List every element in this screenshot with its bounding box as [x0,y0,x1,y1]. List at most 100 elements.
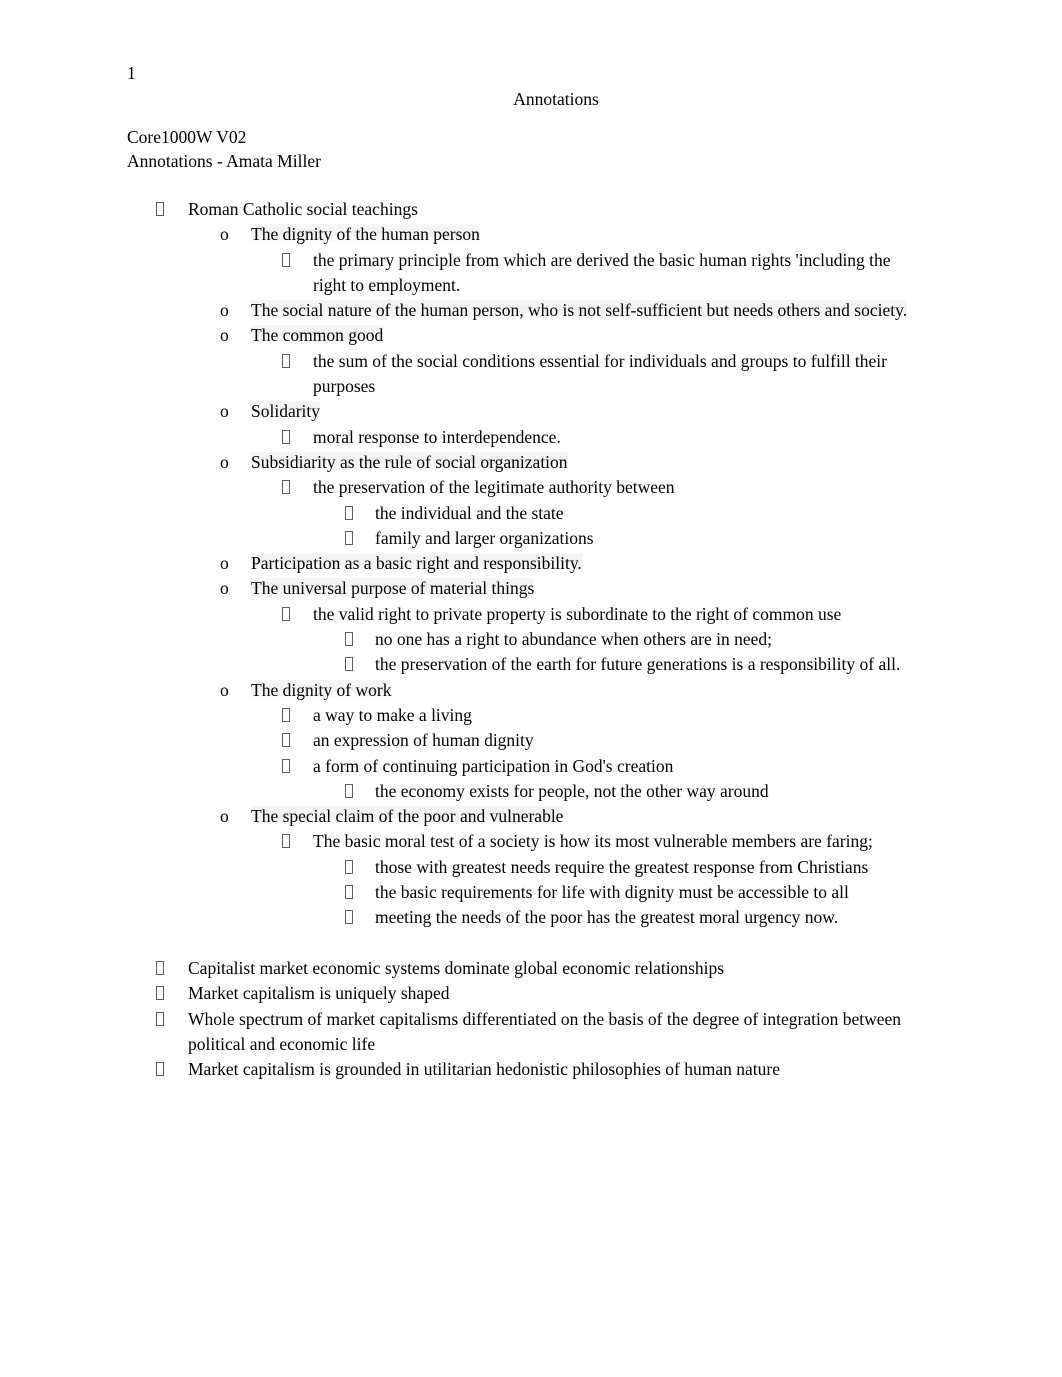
bullet-marker-tofu-icon [345,627,353,652]
text-run: those with greatest needs require the gr… [375,856,869,877]
missing-glyph-icon [156,1062,164,1077]
text-run: The special claim of the poor and vulner… [251,806,564,827]
outline-item-level-2: o The dignity of work [0,678,1062,703]
outline-item-level-4: those with greatest needs require the gr… [0,855,1062,880]
outline-item-level-3: an expression of human dignity [0,728,1062,753]
bullet-marker-tofu-icon [282,829,290,854]
bullet-marker-tofu-icon [345,501,353,526]
missing-glyph-icon [282,707,290,722]
outline-item-level-4: the preservation of the earth for future… [0,652,1062,677]
bullet-marker-o: o [220,300,229,321]
text-run: an expression of human dignity [313,730,534,751]
bullet-marker-tofu-icon [282,703,290,728]
outline-item-level-4: meeting the needs of the poor has the gr… [0,905,1062,930]
outline-item-text: the preservation of the legitimate autho… [313,475,914,500]
outline-item-level-3: moral response to interdependence. [0,425,1062,450]
outline-item-level-2: o The universal purpose of material thing… [0,576,1062,601]
outline-item-level-1: Market capitalism is uniquely shaped [0,981,1062,1006]
outline-item-text: The social nature of the human person, w… [251,298,932,323]
text-run: The universal purpose of material things [251,578,535,599]
outline-item-level-4: no one has a right to abundance when oth… [0,627,1062,652]
outline-item-text: Solidarity [251,399,932,424]
outline-item-level-3: the valid right to private property is s… [0,602,1062,627]
bullet-marker-o: o [220,224,229,245]
outline-item-level-3: the primary principle from which are der… [0,248,1062,299]
text-run: Participation as a basic right and respo… [251,553,582,574]
bullet-marker-tofu-icon [156,1057,164,1082]
text-run: a form of continuing participation in Go… [313,755,674,776]
outline-item-text: Capitalist market economic systems domin… [188,956,932,981]
outline-item-text: moral response to interdependence. [313,425,914,450]
bullet-marker-o: o [220,553,229,574]
bullet-marker-tofu-icon [282,602,290,627]
bullet-marker-tofu-icon [345,779,353,804]
missing-glyph-icon [282,606,290,621]
missing-glyph-icon [345,632,353,647]
text-run: Whole spectrum of market capitalisms dif… [188,1008,902,1054]
outline-item-text: The universal purpose of material things [251,576,932,601]
outline-item-text: The dignity of the human person [251,222,932,247]
text-run: The common good [251,325,384,346]
missing-glyph-icon [156,960,164,975]
bullet-marker-tofu-icon [345,880,353,905]
missing-glyph-icon [345,885,353,900]
outline-item-text: a way to make a living [313,703,914,728]
outline-item-level-2: o The common good [0,323,1062,348]
text-run: the primary principle from which are der… [313,249,891,295]
outline-item-text: the individual and the state [375,501,932,526]
missing-glyph-icon [156,202,164,216]
bullet-marker-tofu-icon [282,349,290,374]
title-block: Core1000W V02 Annotations - Amata Miller [127,126,321,173]
text-run: no one has a right to abundance when oth… [375,629,773,650]
missing-glyph-icon [282,353,290,368]
text-run: the individual and the state [375,502,564,523]
bullet-marker-o: o [220,401,229,422]
outline-item-level-2: o Participation as a basic right and resp… [0,551,1062,576]
text-run: Capitalist market economic systems domin… [188,957,725,978]
outline-item-text: Market capitalism is grounded in utilita… [188,1057,932,1082]
text-run: the economy exists for people, not the o… [375,780,769,801]
text-run: Market capitalism is uniquely shaped [188,983,450,1004]
outline-item-text: a form of continuing participation in Go… [313,754,914,779]
missing-glyph-icon [282,429,290,444]
bullet-marker-o: o [220,806,229,827]
missing-glyph-icon [345,530,353,545]
outline-item-text: the basic requirements for life with dig… [375,880,932,905]
text-run: Solidarity [251,401,321,422]
outline-item-text: Participation as a basic right and respo… [251,551,932,576]
outline-item-text: The special claim of the poor and vulner… [251,804,932,829]
outline-item-text: Market capitalism is uniquely shaped [188,981,932,1006]
outline-item-level-4: the individual and the state [0,501,1062,526]
missing-glyph-icon [282,834,290,849]
outline-item-level-4: the basic requirements for life with dig… [0,880,1062,905]
text-run: meeting the needs of the poor has the gr… [375,907,839,928]
missing-glyph-icon [345,505,353,520]
missing-glyph-icon [282,733,290,748]
bullet-marker-tofu-icon [282,754,290,779]
missing-glyph-icon [345,910,353,925]
bullet-marker-tofu-icon [345,652,353,677]
bullet-marker-tofu-icon [345,526,353,551]
outline-item-level-4: family and larger organizations [0,526,1062,551]
running-header: Annotations [513,89,599,109]
outline-item-text: the primary principle from which are der… [313,248,914,299]
text-run: Market capitalism is grounded in utilita… [188,1059,780,1080]
outline-item-text: no one has a right to abundance when oth… [375,627,932,652]
outline-item-text: the valid right to private property is s… [313,602,914,627]
text-run: the sum of the social conditions essenti… [313,350,887,397]
text-run: The dignity of the human person [251,224,480,245]
bullet-marker-tofu-icon [156,1007,164,1032]
course-code-line: Core1000W V02 [127,127,247,147]
text-run: The social nature of the human person, w… [251,300,908,321]
document-page: 1 Annotations Core1000W V02 Annotations … [0,0,1062,1377]
outline-item-level-2: o The dignity of the human person [0,222,1062,247]
outline-item-text: Subsidiarity as the rule of social organ… [251,450,932,475]
outline-item-text: The common good [251,323,932,348]
outline-item-level-2: o Subsidiarity as the rule of social orga… [0,450,1062,475]
bullet-marker-tofu-icon [156,956,164,981]
outline-item-text: family and larger organizations [375,526,932,551]
bullet-marker-o: o [220,679,229,700]
text-run: Subsidiarity as the rule of social organ… [251,451,568,472]
bullet-marker-tofu-icon [282,248,290,273]
outline-item-text: Whole spectrum of market capitalisms dif… [188,1007,932,1058]
